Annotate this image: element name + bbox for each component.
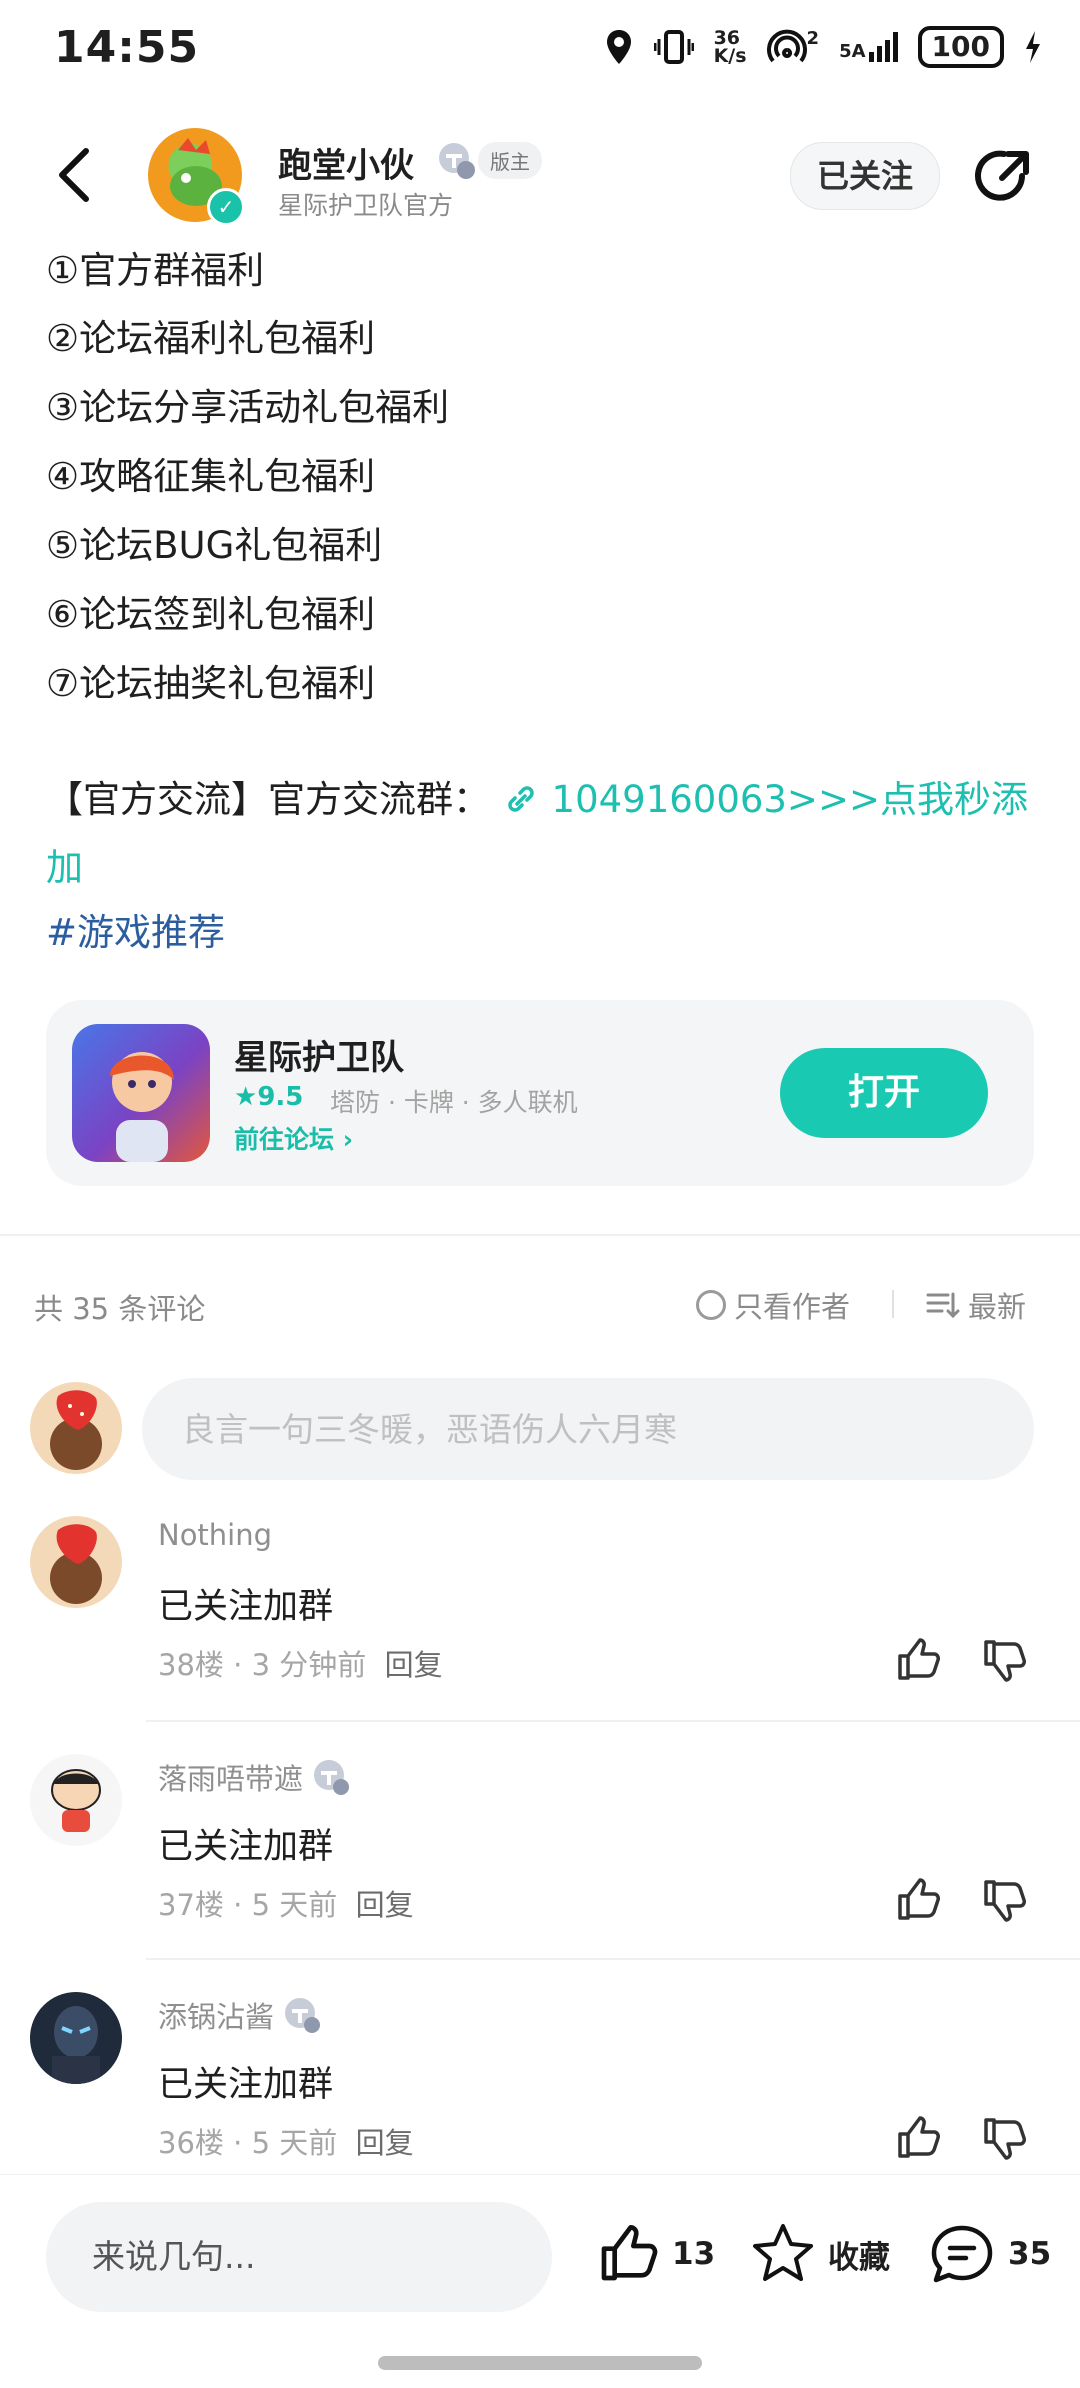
status-time: 14:55 xyxy=(54,22,200,73)
comment-count: 共 35 条评论 xyxy=(34,1292,206,1326)
row-divider xyxy=(146,1958,1080,1960)
hotspot-icon: 2 xyxy=(766,28,819,66)
home-indicator[interactable] xyxy=(378,2356,702,2370)
favorite-button[interactable]: 收藏 xyxy=(750,2222,890,2286)
star-icon xyxy=(753,2224,813,2281)
battery-indicator: 100 xyxy=(917,26,1004,68)
game-tags: 塔防 · 卡牌 · 多人联机 xyxy=(330,1088,578,1117)
back-button[interactable] xyxy=(52,145,98,205)
net-speed: 36 K/s xyxy=(713,27,747,67)
thumbs-up-icon[interactable] xyxy=(894,1636,942,1684)
sort-icon xyxy=(926,1292,960,1319)
reply-button[interactable]: 回复 xyxy=(356,2126,414,2160)
strawberry-bear-icon xyxy=(50,1524,102,1604)
hashtag-link[interactable]: #游戏推荐 xyxy=(46,902,225,956)
radio-icon xyxy=(696,1290,726,1320)
share-icon[interactable] xyxy=(970,146,1034,210)
vibrate-icon xyxy=(653,30,694,64)
charging-icon xyxy=(1026,31,1040,63)
comment-text: 已关注加群 xyxy=(158,1827,334,1867)
game-name: 星际护卫队 xyxy=(234,1038,404,1078)
game-rating: ★9.5 xyxy=(234,1082,304,1112)
comments-button[interactable]: 35 xyxy=(928,2222,1051,2286)
comment-text: 已关注加群 xyxy=(158,1587,334,1627)
location-icon xyxy=(606,30,631,64)
thumbs-up-icon xyxy=(601,2225,658,2281)
comment-meta: 36楼 · 5 天前 回复 xyxy=(158,2126,414,2160)
commenter-name[interactable]: 落雨唔带遮 xyxy=(158,1756,351,1798)
benefit-item: ①官方群福利 xyxy=(46,249,265,292)
level-badge-icon xyxy=(314,1760,350,1795)
sort-newest-button[interactable]: 最新 xyxy=(926,1284,1026,1326)
vertical-divider xyxy=(892,1290,894,1318)
star-icon: ★ xyxy=(234,1082,258,1112)
armored-hero-icon xyxy=(52,2006,100,2084)
like-button[interactable]: 13 xyxy=(596,2222,715,2286)
moderator-badge: 版主 xyxy=(478,142,542,179)
verified-icon: ✓ xyxy=(207,188,245,226)
open-game-button[interactable]: 打开 xyxy=(780,1048,988,1138)
benefit-item: ③论坛分享活动礼包福利 xyxy=(46,386,450,429)
thumbs-down-icon[interactable] xyxy=(980,1876,1028,1924)
link-icon xyxy=(508,786,534,812)
game-icon[interactable] xyxy=(72,1024,210,1162)
level-badge-icon xyxy=(285,1998,321,2033)
author-subtitle: 星际护卫队官方 xyxy=(278,191,454,220)
author-only-toggle[interactable]: 只看作者 xyxy=(696,1284,850,1326)
chevron-right-icon: › xyxy=(342,1125,354,1154)
reply-button[interactable]: 回复 xyxy=(385,1648,443,1682)
commenter-name[interactable]: Nothing xyxy=(158,1518,272,1552)
thumbs-down-icon[interactable] xyxy=(980,1636,1028,1684)
benefit-item: ⑦论坛抽奖礼包福利 xyxy=(46,662,376,705)
comment-input[interactable] xyxy=(142,1378,1034,1480)
section-divider xyxy=(0,1234,1080,1236)
benefit-item: ⑥论坛签到礼包福利 xyxy=(46,593,376,636)
cartoon-boy-icon xyxy=(51,1769,101,1832)
thumbs-up-icon[interactable] xyxy=(894,2114,942,2162)
go-to-forum-link[interactable]: 前往论坛 › xyxy=(234,1120,353,1156)
comment-icon xyxy=(931,2225,993,2283)
commenter-avatar[interactable] xyxy=(30,1754,122,1846)
row-divider xyxy=(146,1720,1080,1722)
thumbs-up-icon[interactable] xyxy=(894,1876,942,1924)
signal-icon: 5A xyxy=(839,32,898,62)
author-name[interactable]: 跑堂小伙 xyxy=(278,138,414,187)
comment-text: 已关注加群 xyxy=(158,2065,334,2105)
official-group-line: 【官方交流】官方交流群： 1049160063>>>点我秒添加 xyxy=(46,766,1036,902)
commenter-avatar[interactable] xyxy=(30,1516,122,1608)
strawberry-bear-icon xyxy=(50,1390,102,1470)
thumbs-down-icon[interactable] xyxy=(980,2114,1028,2162)
benefit-item: ④攻略征集礼包福利 xyxy=(46,455,376,498)
comment-meta: 37楼 · 5 天前 回复 xyxy=(158,1888,414,1922)
level-badge-icon xyxy=(439,143,475,179)
my-avatar xyxy=(30,1382,122,1474)
comment-meta: 38楼 · 3 分钟前 回复 xyxy=(158,1648,443,1682)
benefit-item: ②论坛福利礼包福利 xyxy=(46,317,376,360)
say-something-input[interactable]: 来说几句... xyxy=(46,2202,552,2312)
status-icons: 36 K/s 2 5A 100 xyxy=(604,26,1042,68)
follow-button[interactable]: 已关注 xyxy=(790,142,940,210)
benefit-item: ⑤论坛BUG礼包福利 xyxy=(46,524,383,567)
commenter-name[interactable]: 添锅沾酱 xyxy=(158,1994,322,2036)
group-prefix: 【官方交流】官方交流群： xyxy=(46,778,490,821)
game-character-icon xyxy=(110,1052,174,1162)
commenter-avatar[interactable] xyxy=(30,1992,122,2084)
reply-button[interactable]: 回复 xyxy=(356,1888,414,1922)
